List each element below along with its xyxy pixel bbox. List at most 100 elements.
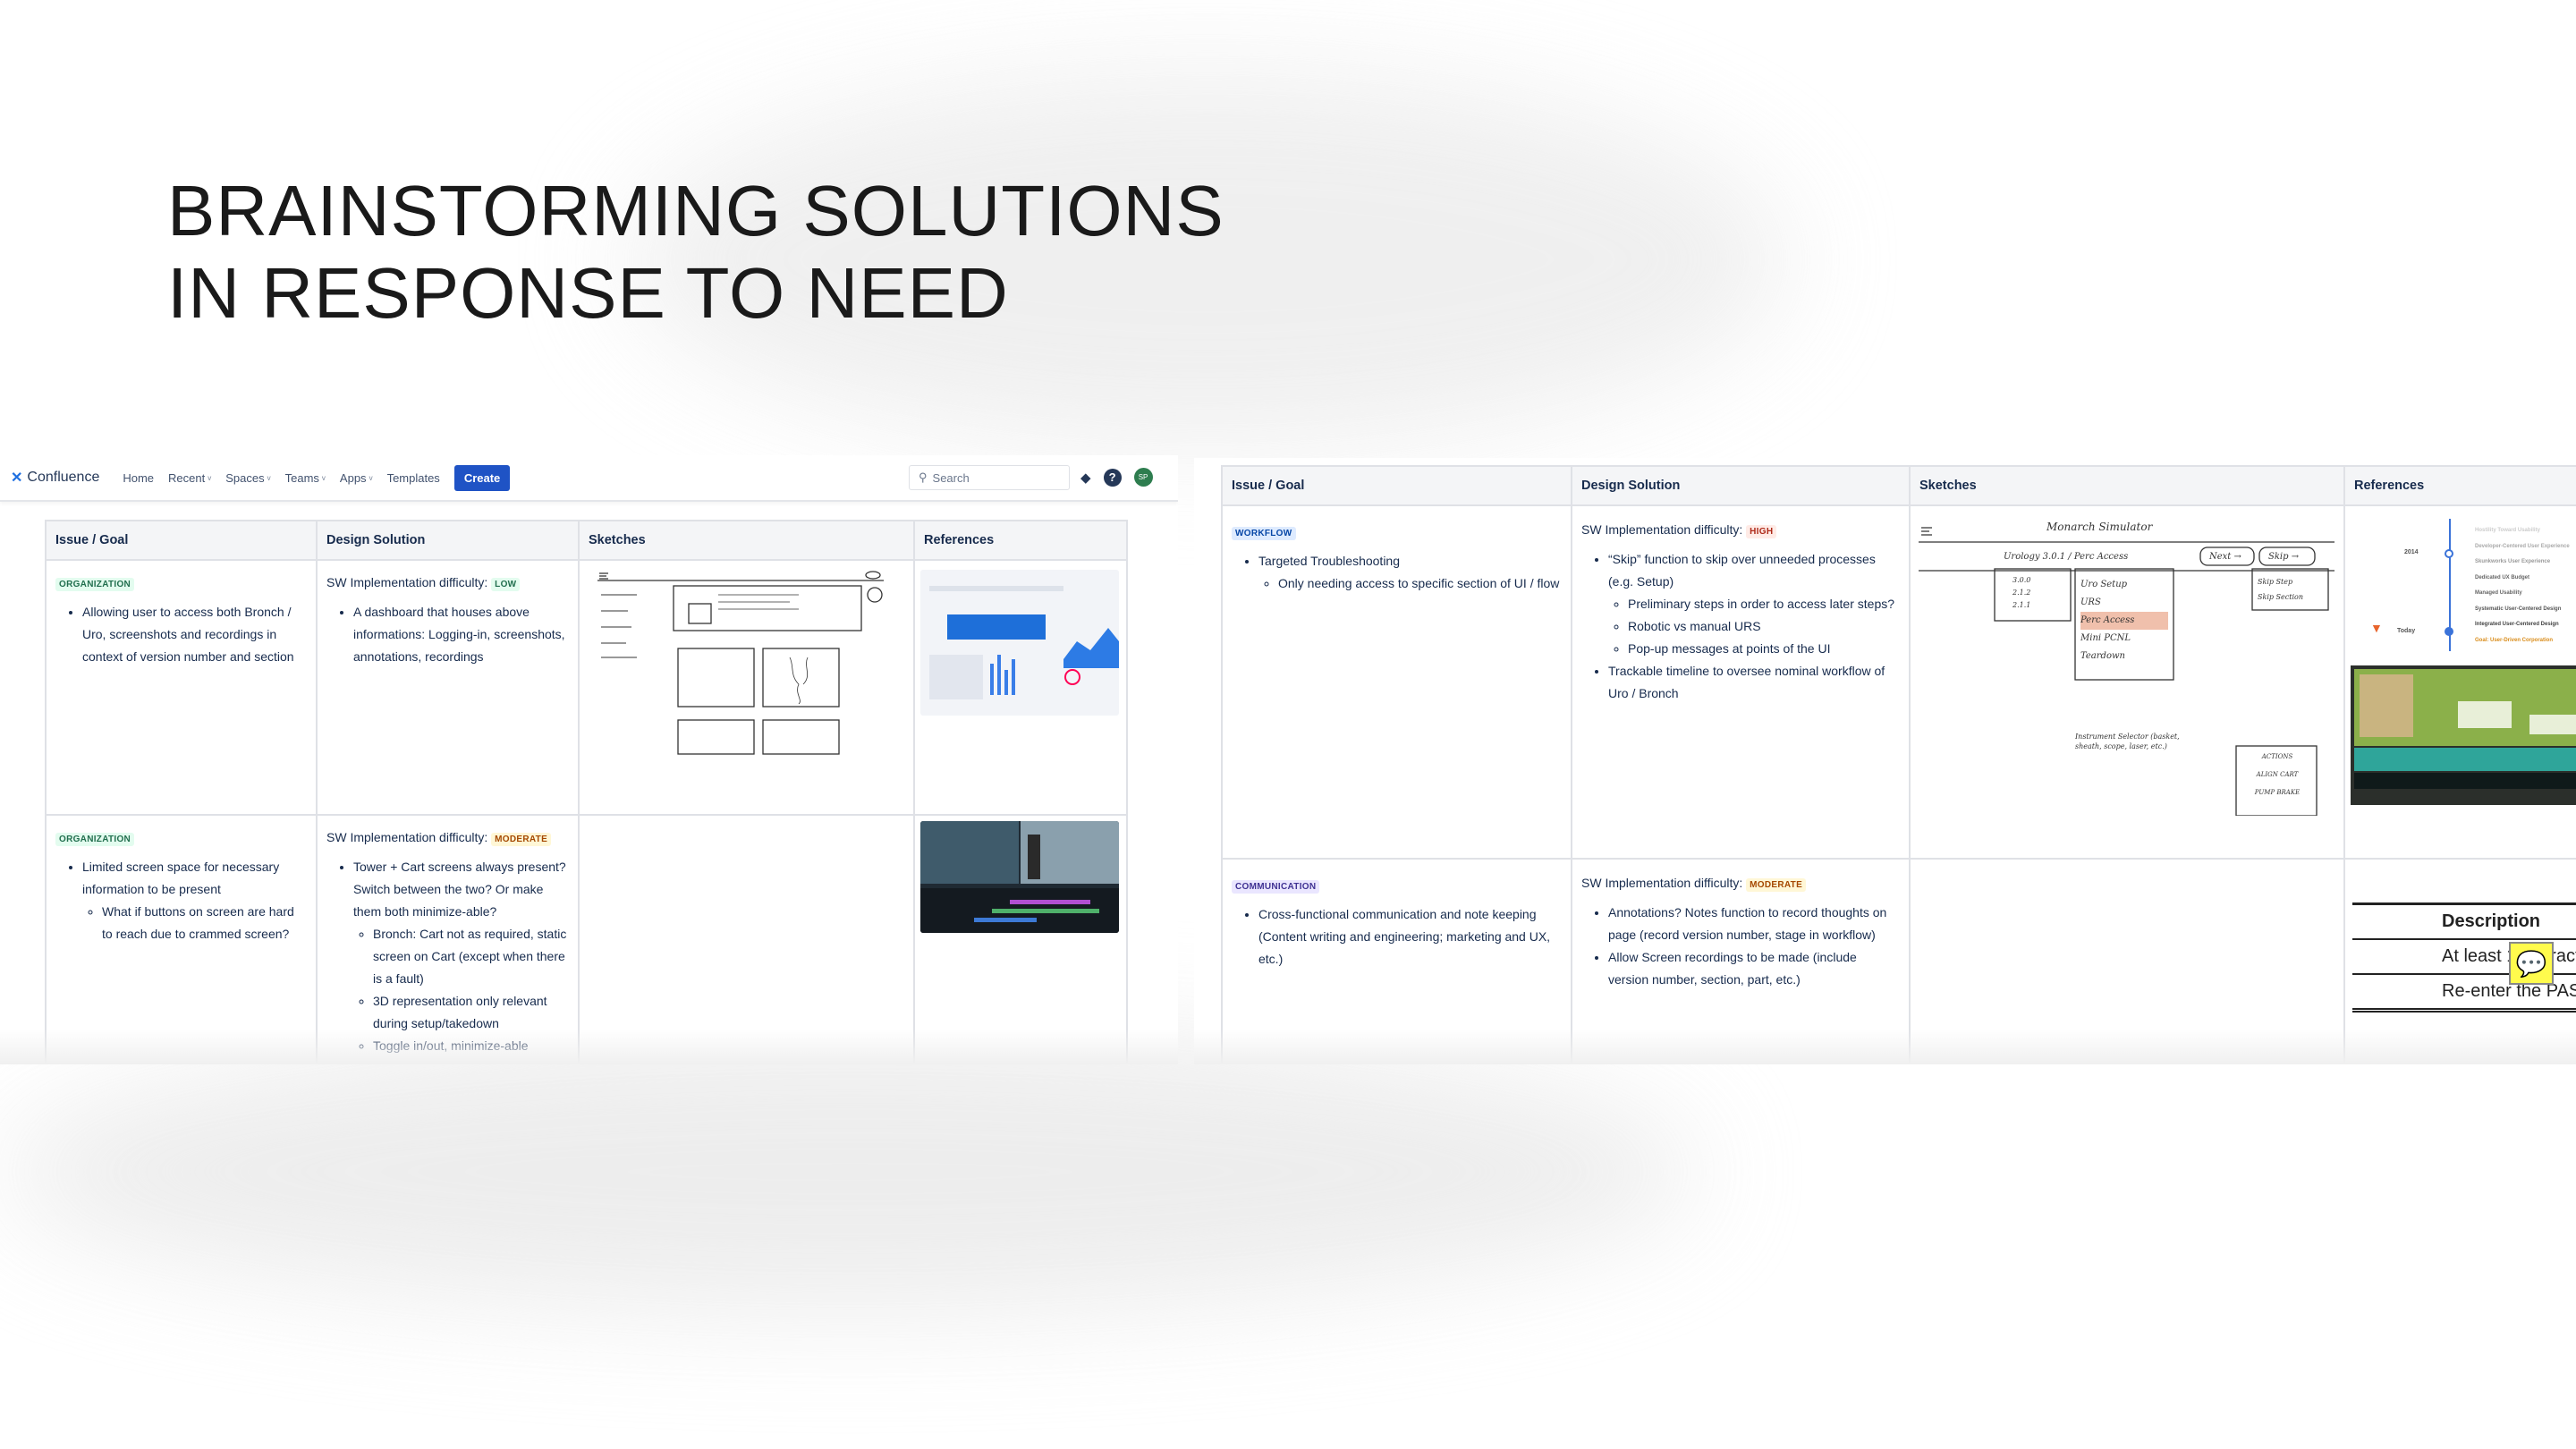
header-sketches: Sketches <box>578 520 915 561</box>
table-header-row: Issue / Goal Design Solution Sketches Re… <box>1221 465 2576 506</box>
sketch-cell <box>1909 858 2345 1064</box>
confluence-logo[interactable]: ✕ Confluence <box>11 469 99 487</box>
gitlab-fox-icon: ▼ <box>2370 621 2383 635</box>
sub-list-item: Only needing access to specific section … <box>1278 572 1562 595</box>
sketch-cell: Monarch Simulator Urology 3.0.1 / Perc A… <box>1909 504 2345 860</box>
table-row: WORKFLOW Targeted Troubleshooting Only n… <box>1221 504 2576 860</box>
difficulty-badge: HIGH <box>1746 525 1777 538</box>
nav-label: Spaces <box>225 470 265 485</box>
issue-cell: COMMUNICATION Cross-functional communica… <box>1221 858 1572 1064</box>
workflow-ui-reference-image <box>2351 665 2576 805</box>
sub-list-item: Bronch: Cart not as required, static scr… <box>373 923 569 990</box>
issue-cell: ORGANIZATION Limited screen space for ne… <box>45 814 318 1064</box>
background-shadow <box>0 1029 1699 1315</box>
search-placeholder: Search <box>932 470 970 485</box>
sub-list-item: Toggle in/out, minimize-able <box>373 1035 569 1057</box>
difficulty-label: SW Implementation difficulty: <box>326 575 488 589</box>
create-button[interactable]: Create <box>453 464 511 491</box>
video-reference-image <box>920 821 1119 933</box>
avatar[interactable]: SP <box>1133 468 1153 487</box>
header-issue: Issue / Goal <box>45 520 318 561</box>
issue-cell: ORGANIZATION Allowing user to access bot… <box>45 559 318 816</box>
search-input[interactable]: ⚲ Search <box>909 465 1070 490</box>
sketch-cell <box>578 559 915 816</box>
sketch-steps: Uro Setup URS Perc Access Mini PCNL Teardo… <box>2080 576 2168 665</box>
title-line-2: IN RESPONSE TO NEED <box>167 253 1009 333</box>
references-cell: Description At least 1 character Re-ente… <box>2343 858 2576 1064</box>
sub-list-item: What if buttons on screen are hard to re… <box>102 901 307 945</box>
references-cell <box>913 814 1128 1064</box>
list-item: Allow Screen recordings to be made (incl… <box>1608 946 1900 991</box>
dashboard-reference-image <box>920 570 1119 716</box>
nav-label: Apps <box>339 470 367 485</box>
sketch-action: PUMP BRAKE <box>2254 789 2301 796</box>
difficulty-badge: MODERATE <box>1746 878 1807 892</box>
sub-list-item: Pop-up messages at points of the UI <box>1628 638 1900 660</box>
sketch-next: Next → <box>2209 552 2241 562</box>
comment-bubble-icon[interactable]: 💬 <box>2509 942 2554 985</box>
sketch-version: 2.1.1 <box>2012 601 2031 609</box>
confluence-window-right: Issue / Goal Design Solution Sketches Re… <box>1194 458 2576 1064</box>
header-references: References <box>913 520 1128 561</box>
nav-apps[interactable]: Apps v <box>340 471 373 485</box>
list-item: Limited screen space for necessary infor… <box>82 856 307 945</box>
solution-cell: SW Implementation difficulty: MODERATE A… <box>1571 858 1911 1064</box>
sketch-versions: 3.0.0 2.1.2 2.1.1 <box>2012 574 2030 612</box>
title-line-1: BRAINSTORMING SOLUTIONS <box>167 171 1224 250</box>
nav-templates[interactable]: Templates <box>387 471 440 485</box>
list-item: Allowing user to access both Bronch / Ur… <box>82 601 307 668</box>
difficulty-label: SW Implementation difficulty: <box>326 830 488 844</box>
timeline-marker <box>2445 627 2453 636</box>
sketch-action: ACTIONS <box>2261 753 2293 760</box>
issue-cell: WORKFLOW Targeted Troubleshooting Only n… <box>1221 504 1572 860</box>
sketch-skip-item: Skip Step <box>2258 578 2293 586</box>
table-row: ORGANIZATION Limited screen space for ne… <box>45 814 1128 1064</box>
sketch-step: Mini PCNL <box>2080 633 2131 643</box>
sketch-step: Uro Setup <box>2080 580 2128 589</box>
solution-cell: SW Implementation difficulty: MODERATE T… <box>316 814 580 1064</box>
list-item-text: Limited screen space for necessary infor… <box>82 860 280 896</box>
notification-bell-icon[interactable]: ◆ <box>1080 470 1091 486</box>
sub-list-item: Robotic vs manual URS <box>1628 615 1900 638</box>
nav-recent[interactable]: Recent v <box>168 471 211 485</box>
nav-spaces[interactable]: Spaces v <box>225 471 270 485</box>
timeline-year: Today <box>2397 628 2416 634</box>
sketch-skip-item: Skip Section <box>2258 593 2303 601</box>
list-item: Annotations? Notes function to record th… <box>1608 902 1900 946</box>
difficulty-label: SW Implementation difficulty: <box>1581 522 1743 537</box>
sketch-step: Teardown <box>2080 651 2125 661</box>
sketch-step: URS <box>2080 597 2101 607</box>
list-item: A dashboard that houses above informatio… <box>353 601 569 668</box>
sketch-actions: ACTIONS ALIGN CART PUMP BRAKE <box>2241 748 2313 801</box>
timeline-marker <box>2445 549 2453 558</box>
header-issue: Issue / Goal <box>1221 465 1572 506</box>
list-item: Trackable timeline to oversee nominal wo… <box>1608 660 1900 705</box>
nav-teams[interactable]: Teams v <box>285 471 326 485</box>
sketch-version: 3.0.0 <box>2012 576 2031 584</box>
sketch-skip: Skip → <box>2268 552 2300 562</box>
sketch-action: ALIGN CART <box>2256 771 2299 778</box>
table-row: COMMUNICATION Cross-functional communica… <box>1221 858 2576 1064</box>
sketch-skip-menu: Skip Step Skip Section <box>2258 574 2303 605</box>
timeline-stage: Managed Usability <box>2475 590 2522 596</box>
list-item: Targeted Troubleshooting Only needing ac… <box>1258 550 1562 595</box>
header-solution: Design Solution <box>1571 465 1911 506</box>
chevron-down-icon: v <box>267 473 271 482</box>
table-header-row: Issue / Goal Design Solution Sketches Re… <box>45 520 1128 561</box>
chevron-down-icon: v <box>321 473 326 482</box>
confluence-window-left: ✕ Confluence Home Recent v Spaces v Teams v … <box>0 455 1178 1064</box>
sketch-version: 2.1.2 <box>2012 589 2031 597</box>
help-icon[interactable]: ? <box>1103 468 1122 487</box>
nav-home[interactable]: Home <box>123 471 154 485</box>
sketch-cell <box>578 814 915 1064</box>
desc-header: Description <box>2352 902 2576 940</box>
sketch-step: Perc Access <box>2080 612 2168 630</box>
header-solution: Design Solution <box>316 520 580 561</box>
timeline-stage: Goal: User-Driven Corporation <box>2475 637 2554 643</box>
difficulty-label: SW Implementation difficulty: <box>1581 876 1743 890</box>
description-table-reference: Description At least 1 character Re-ente… <box>2352 902 2576 1013</box>
chevron-down-icon: v <box>208 473 212 482</box>
nav-label: Teams <box>284 470 319 485</box>
difficulty-badge: MODERATE <box>491 833 552 846</box>
timeline-stage: Integrated User-Centered Design <box>2475 622 2559 627</box>
